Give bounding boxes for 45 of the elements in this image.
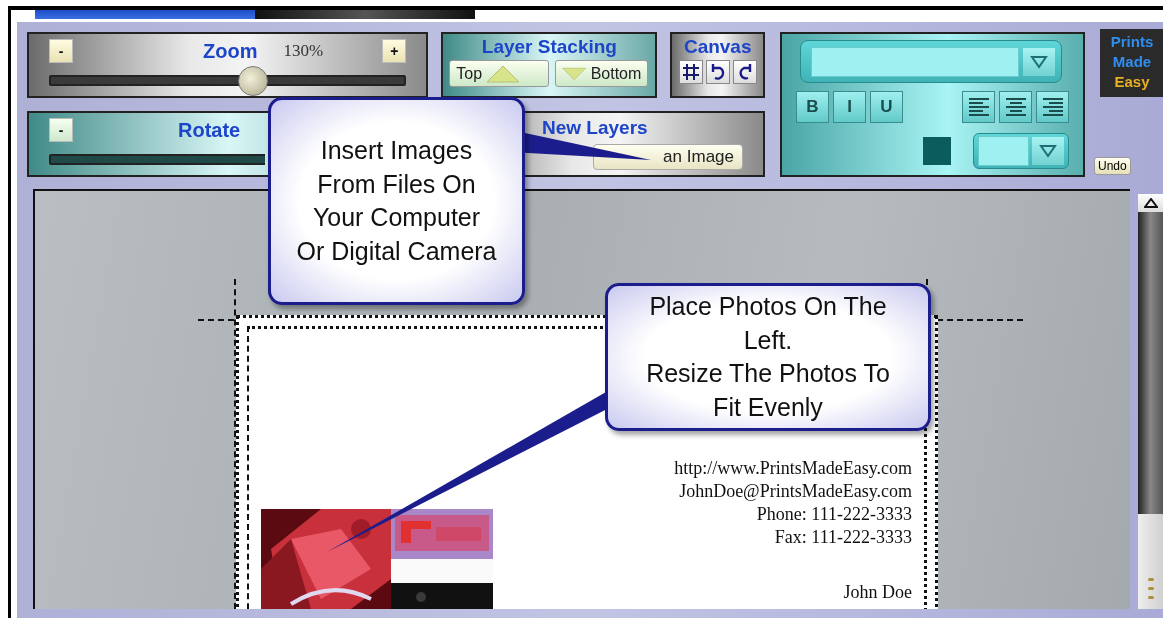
phone-text: Phone: 111-222-3333	[755, 503, 912, 526]
logo: Prints Made Easy	[1100, 29, 1163, 97]
rotate-label: Rotate	[178, 118, 241, 142]
zoom-label: Zoom	[203, 39, 258, 63]
align-right-icon	[1040, 96, 1065, 118]
undo-button[interactable]: Undo	[1094, 157, 1131, 175]
layer-stacking-label: Layer Stacking	[480, 36, 618, 58]
underline-button[interactable]: U	[870, 91, 903, 123]
slider-thumb[interactable]	[237, 66, 268, 96]
fax-text: Fax: 111-222-3333	[773, 526, 912, 549]
canvas-label: Canvas	[682, 36, 753, 58]
zoom-value: 130%	[283, 41, 324, 61]
dropdown-arrow-icon	[1030, 54, 1048, 69]
align-left-button[interactable]	[962, 91, 995, 123]
callout-text: Place Photos On The Left. Resize The Photos To Fit Evenly	[646, 291, 890, 423]
zoom-in-button[interactable]: +	[382, 39, 407, 63]
bold-button[interactable]: B	[796, 91, 829, 123]
insert-image-button[interactable]: an Image	[593, 144, 743, 170]
grid-button[interactable]	[678, 60, 703, 84]
tab[interactable]	[255, 10, 475, 19]
name-text: John Doe	[843, 582, 912, 603]
rotate-right-button[interactable]	[732, 60, 757, 84]
align-left-icon	[966, 96, 991, 118]
dropdown-arrow-icon	[1039, 144, 1057, 158]
scroll-up-icon[interactable]	[1143, 198, 1158, 208]
align-center-button[interactable]	[999, 91, 1032, 123]
top-button[interactable]: Top	[449, 60, 550, 87]
zoom-out-button[interactable]: -	[49, 39, 73, 63]
website-text: http://www.PrintsMadeEasy.com	[674, 457, 912, 480]
italic-button[interactable]: I	[833, 91, 866, 123]
align-center-icon	[1003, 96, 1028, 118]
align-right-button[interactable]	[1036, 91, 1069, 123]
rotate-minus-button[interactable]: -	[49, 118, 73, 142]
email-text: JohnDoe@PrintsMadeEasy.com	[678, 480, 912, 503]
font-dropdown[interactable]	[800, 40, 1062, 83]
rotate-left-button[interactable]	[705, 60, 730, 84]
grid-icon	[681, 63, 700, 81]
bottom-button[interactable]: Bottom	[555, 60, 649, 87]
color-swatch[interactable]	[923, 137, 951, 165]
callout-text: Insert Images From Files On Your Computer Or Digital Camera	[296, 135, 497, 267]
up-triangle-icon	[486, 63, 521, 84]
zoom-slider[interactable]	[49, 66, 407, 94]
size-dropdown[interactable]	[973, 133, 1069, 169]
scrollbar[interactable]	[1138, 194, 1163, 609]
new-layers-label: New Layers	[541, 117, 649, 139]
